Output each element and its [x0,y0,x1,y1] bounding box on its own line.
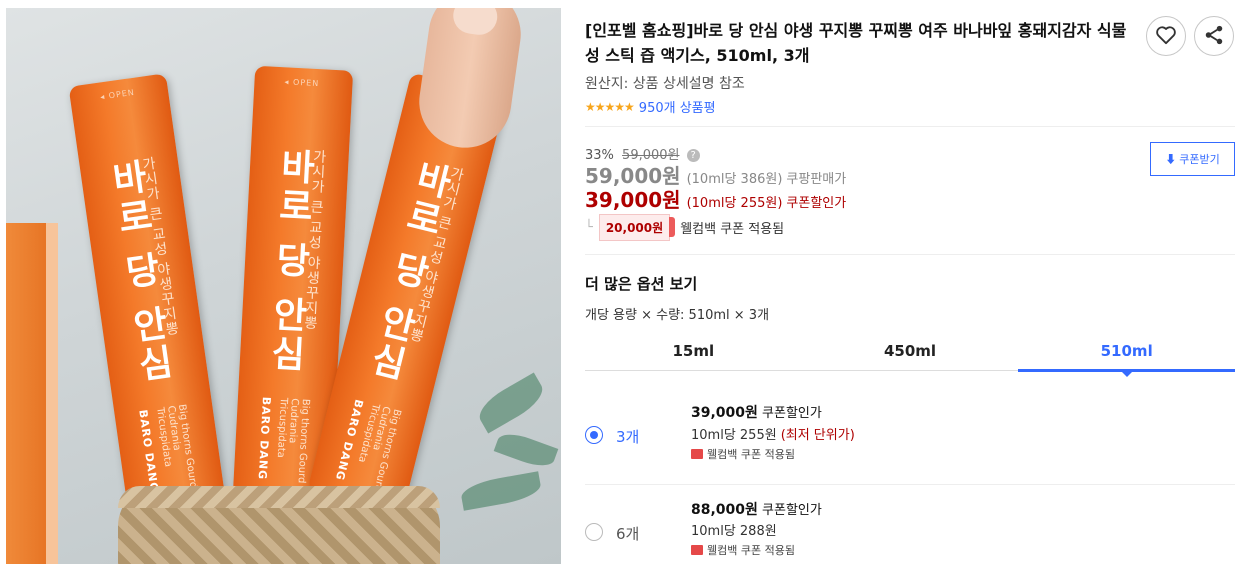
option-coupon-line: 웰컴백 쿠폰 적용됨 [691,446,795,462]
hand-finger [413,8,527,154]
coupon-flag-icon [691,449,703,459]
option-radio[interactable] [585,523,603,541]
option-item[interactable]: 3개 39,000원 쿠폰할인가 10ml당 255원 (최저 단위가) 웰컴백 … [585,398,1235,478]
option-quantity: 3개 [616,428,640,446]
tab-450ml[interactable]: 450ml [802,337,1019,370]
option-price: 88,000원 [691,502,758,518]
option-coupon-text: 웰컴백 쿠폰 적용됨 [707,544,795,557]
welcome-coupon-row: └ 20,000원 웰컴백 쿠폰 적용됨 [585,214,784,241]
coupon-price-row: 39,000원 (10ml당 255원) 쿠폰할인가 [585,184,846,213]
stick-open-label: ◂ OPEN [99,87,136,102]
orange-box-highlight [46,223,58,564]
stick-english: Big thorns Gourd Cudrania Tricuspidata [274,397,311,484]
tab-510ml[interactable]: 510ml [1018,337,1235,377]
option-price-label: 쿠폰할인가 [762,503,822,518]
option-price: 39,000원 [691,405,758,421]
divider [585,484,1235,485]
option-radio-selected[interactable] [585,426,603,444]
get-coupon-button[interactable]: ⬇ 쿠폰받기 [1150,142,1235,176]
lowest-unit-badge: (최저 단위가) [780,428,855,443]
share-icon [1203,24,1225,49]
product-stick: ◂ OPEN 바로 당 안심 가시가 큰 교성 야생꾸지뽕 BARO DANG … [68,73,226,513]
plant-leaf [473,372,549,434]
option-coupon-text: 웰컴백 쿠폰 적용됨 [707,448,795,461]
coupon-price-label: 쿠폰할인가 [786,196,847,211]
share-button[interactable] [1194,16,1234,56]
rating-row: ★★★★★ 950개 상품평 [585,97,716,117]
stick-open-label: ◂ OPEN [284,77,320,89]
more-options-title: 더 많은 옵션 보기 [585,275,698,293]
tab-15ml[interactable]: 15ml [585,337,802,370]
star-rating-icon: ★★★★★ [585,99,635,114]
woven-basket [118,486,440,564]
option-price-line: 39,000원 쿠폰할인가 [691,402,822,422]
option-unit-line: 10ml당 255원 (최저 단위가) [691,424,855,443]
coupon-price: 39,000원 [585,188,681,212]
product-image[interactable]: ◂ OPEN 바로 당 안심 가시가 큰 교성 야생꾸지뽕 BARO DANG … [6,8,561,564]
heart-icon [1155,25,1177,48]
divider [585,126,1235,127]
option-description: 개당 용량 × 수량: 510ml × 3개 [585,308,770,323]
divider [585,254,1235,255]
option-unit-price: 10ml당 288원 [691,524,777,539]
wishlist-button[interactable] [1146,16,1186,56]
option-unit-price: 10ml당 255원 [691,428,777,443]
product-title: [인포벨 홈쇼핑]바로 당 안심 야생 꾸지뽕 꾸찌뽕 여주 바나바잎 홍돼지감… [585,21,1127,65]
option-price-label: 쿠폰할인가 [762,406,822,421]
review-count-link[interactable]: 950개 상품평 [639,97,716,116]
welcome-coupon-text: 웰컴백 쿠폰 적용됨 [680,222,785,237]
welcome-coupon-amount: 20,000원 [598,214,676,241]
stick-brand: BARO DANG [255,396,274,481]
plant-leaf [493,428,559,472]
elbow-connector-icon: └ [585,220,593,235]
plant-leaf [459,471,543,511]
option-price-line: 88,000원 쿠폰할인가 [691,499,822,519]
origin-info: 원산지: 상품 상세설명 참조 [585,76,745,92]
option-coupon-line: 웰컴백 쿠폰 적용됨 [691,542,795,558]
volume-tabs: 15ml 450ml 510ml [585,337,1235,377]
option-item[interactable]: 6개 88,000원 쿠폰할인가 10ml당 288원 웰컴백 쿠폰 적용됨 [585,496,1235,566]
option-quantity: 6개 [616,525,640,543]
coupon-flag-icon [691,545,703,555]
coupon-unit-price: (10ml당 255원) [686,196,783,211]
